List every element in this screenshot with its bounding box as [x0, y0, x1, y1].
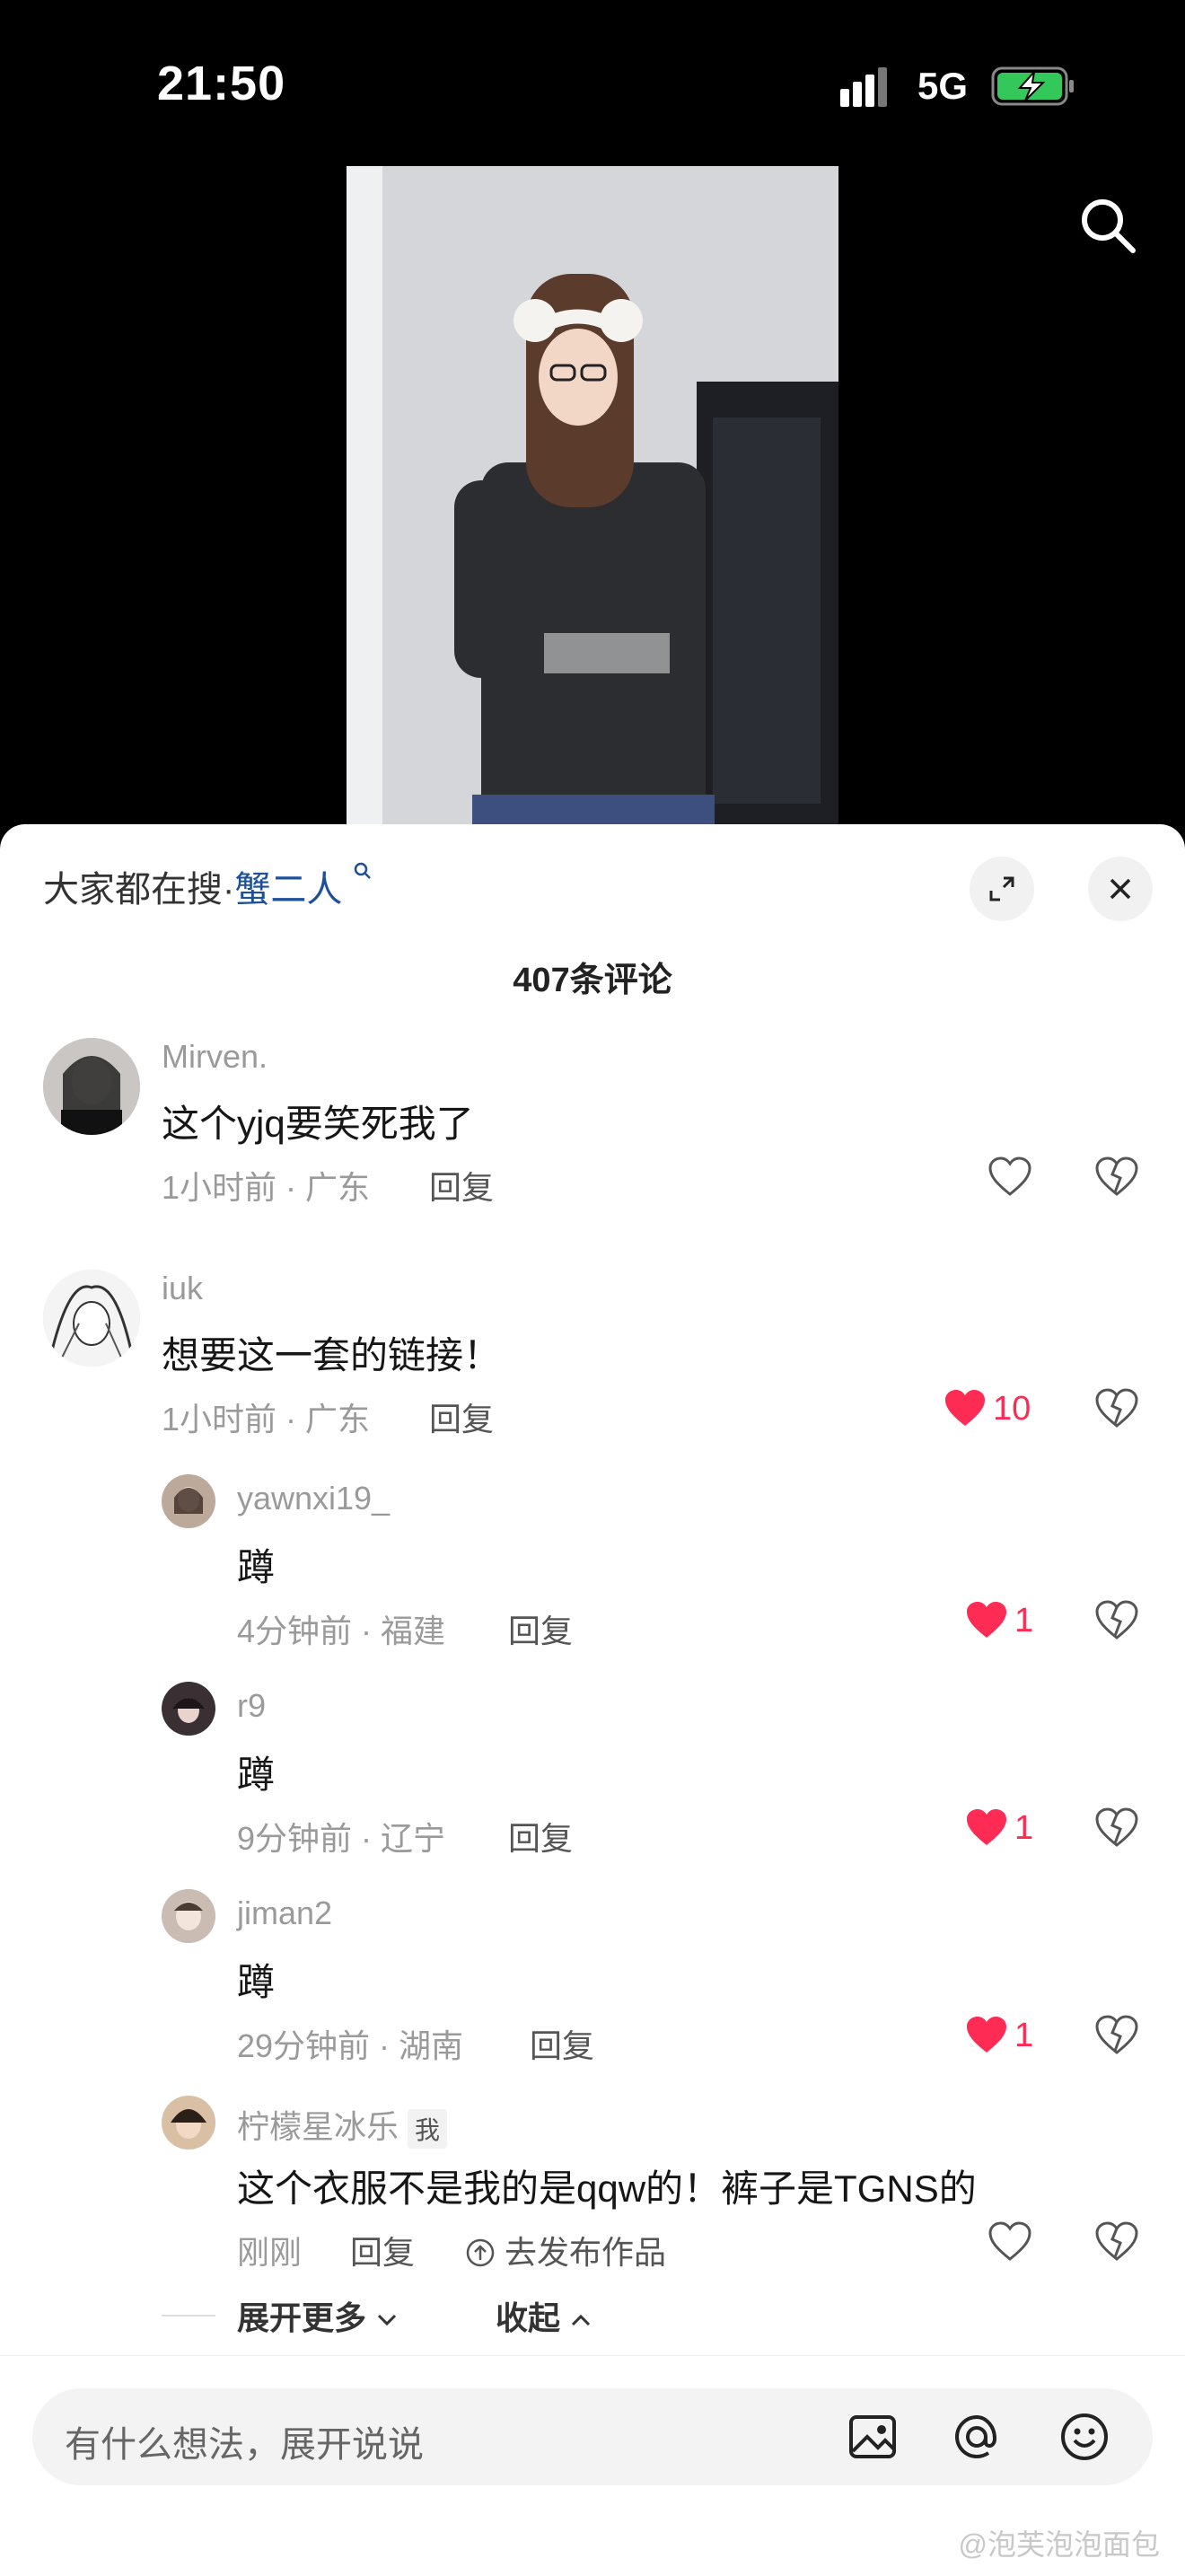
reply-button[interactable]: 回复 [530, 2020, 594, 2067]
dislike-icon[interactable] [1093, 1156, 1140, 1198]
battery-charging-icon [991, 66, 1074, 106]
collapse-button[interactable]: 收起 [496, 2292, 592, 2339]
status-bar: 21:50 5G [0, 0, 1185, 162]
comment-sheet: 大家都在搜·蟹二人 407条评论 Mirven. 这个yjq要笑死我了 1小时前… [0, 824, 1185, 2576]
trending-prefix: 大家都在搜· [43, 870, 235, 910]
close-icon [1110, 878, 1131, 900]
username[interactable]: iuk [162, 1270, 203, 1307]
watermark: @泡芙泡泡面包 [958, 2528, 1161, 2561]
username[interactable]: r9 [237, 1687, 266, 1725]
heart-filled-icon [945, 1390, 985, 1426]
comment-meta: 4分钟前 · 福建 [237, 1613, 446, 1649]
avatar[interactable] [162, 2096, 215, 2150]
heart-outline-icon [988, 1156, 1031, 1196]
comment-input[interactable]: 有什么想法，展开说说 [32, 2388, 1153, 2485]
trending-keyword[interactable]: 蟹二人 [234, 870, 342, 910]
dislike-icon[interactable] [1093, 1600, 1140, 1641]
reply-button[interactable]: 回复 [508, 1813, 573, 1859]
avatar[interactable] [162, 1889, 215, 1943]
input-placeholder: 有什么想法，展开说说 [65, 2425, 424, 2465]
at-mention-icon[interactable] [950, 2410, 1004, 2464]
network-type: 5G [917, 65, 969, 107]
like-button[interactable] [988, 2221, 1032, 2263]
expand-button[interactable] [970, 857, 1034, 921]
comment-meta: 9分钟前 · 辽宁 [237, 1820, 446, 1857]
comment-text: 这个yjq要笑死我了 [162, 1103, 474, 1145]
expand-more-button[interactable]: 展开更多 [237, 2292, 399, 2339]
like-button[interactable]: 1 [964, 1600, 1033, 1641]
signal-icon [840, 67, 887, 107]
comment-meta: 1小时前 · 广东 [162, 1169, 371, 1206]
comment-text: 这个衣服不是我的是qqw的！裤子是TGNS的 [237, 2167, 977, 2210]
dislike-icon[interactable] [1093, 1388, 1140, 1429]
like-button[interactable]: 10 [943, 1388, 1031, 1429]
comment-meta: 刚刚 [237, 2234, 303, 2271]
comment-text: 想要这一套的链接！ [162, 1334, 502, 1376]
comment-meta: 1小时前 · 广东 [162, 1401, 371, 1437]
search-icon[interactable] [1075, 193, 1140, 258]
image-icon[interactable] [846, 2410, 900, 2464]
like-count: 1 [1014, 1808, 1034, 1847]
video-frame [347, 166, 838, 826]
trending-search[interactable]: 大家都在搜·蟹二人 [43, 860, 373, 912]
chevron-up-icon [571, 2314, 591, 2326]
dislike-icon[interactable] [1093, 1807, 1140, 1849]
publish-work-button[interactable]: 去发布作品 [465, 2227, 666, 2273]
heart-outline-icon [988, 2221, 1031, 2261]
avatar[interactable] [43, 1270, 140, 1367]
collapse-label: 收起 [496, 2299, 561, 2336]
upload-circle-icon [466, 2238, 495, 2267]
reply-button[interactable]: 回复 [429, 1394, 494, 1440]
heart-filled-icon [967, 2017, 1006, 2053]
avatar[interactable] [43, 1038, 140, 1135]
comment-text: 蹲 [237, 1546, 276, 1588]
heart-filled-icon [967, 1809, 1006, 1845]
heart-filled-icon [967, 1602, 1006, 1638]
reply-button[interactable]: 回复 [429, 1162, 494, 1209]
dislike-icon[interactable] [1093, 2015, 1140, 2056]
reply-button[interactable]: 回复 [508, 1605, 573, 1652]
search-small-icon [355, 862, 372, 879]
dislike-icon[interactable] [1093, 2221, 1140, 2263]
username-text: 柠檬星冰乐 [237, 2108, 399, 2145]
emoji-icon[interactable] [1058, 2410, 1111, 2464]
like-button[interactable]: 1 [964, 2015, 1033, 2056]
comment-count: 407条评论 [513, 962, 672, 999]
username[interactable]: 柠檬星冰乐我 [237, 2101, 448, 2150]
reply-button[interactable]: 回复 [350, 2227, 415, 2273]
username[interactable]: Mirven. [162, 1038, 268, 1076]
comment-input-bar: 有什么想法，展开说说 @泡芙泡泡面包 [0, 2355, 1185, 2576]
chevron-down-icon [377, 2314, 397, 2326]
video-player[interactable] [347, 166, 838, 826]
avatar[interactable] [162, 1682, 215, 1736]
like-button[interactable] [988, 1156, 1032, 1198]
like-count: 1 [1014, 1601, 1034, 1640]
like-count: 1 [1014, 2016, 1034, 2054]
like-count: 10 [993, 1389, 1031, 1428]
expand-more-label: 展开更多 [237, 2299, 367, 2336]
comment-text: 蹲 [237, 1754, 276, 1796]
like-button[interactable]: 1 [964, 1807, 1033, 1849]
clock: 21:50 [157, 57, 286, 110]
expand-icon [989, 876, 1014, 901]
publish-label: 去发布作品 [505, 2234, 667, 2271]
close-button[interactable] [1088, 857, 1153, 921]
me-tag: 我 [408, 2109, 448, 2150]
divider [162, 2315, 215, 2317]
comment-meta: 29分钟前 · 湖南 [237, 2027, 464, 2064]
username[interactable]: jiman2 [237, 1895, 332, 1932]
comment-text: 蹲 [237, 1961, 276, 2003]
avatar[interactable] [162, 1474, 215, 1528]
username[interactable]: yawnxi19_ [237, 1480, 390, 1517]
